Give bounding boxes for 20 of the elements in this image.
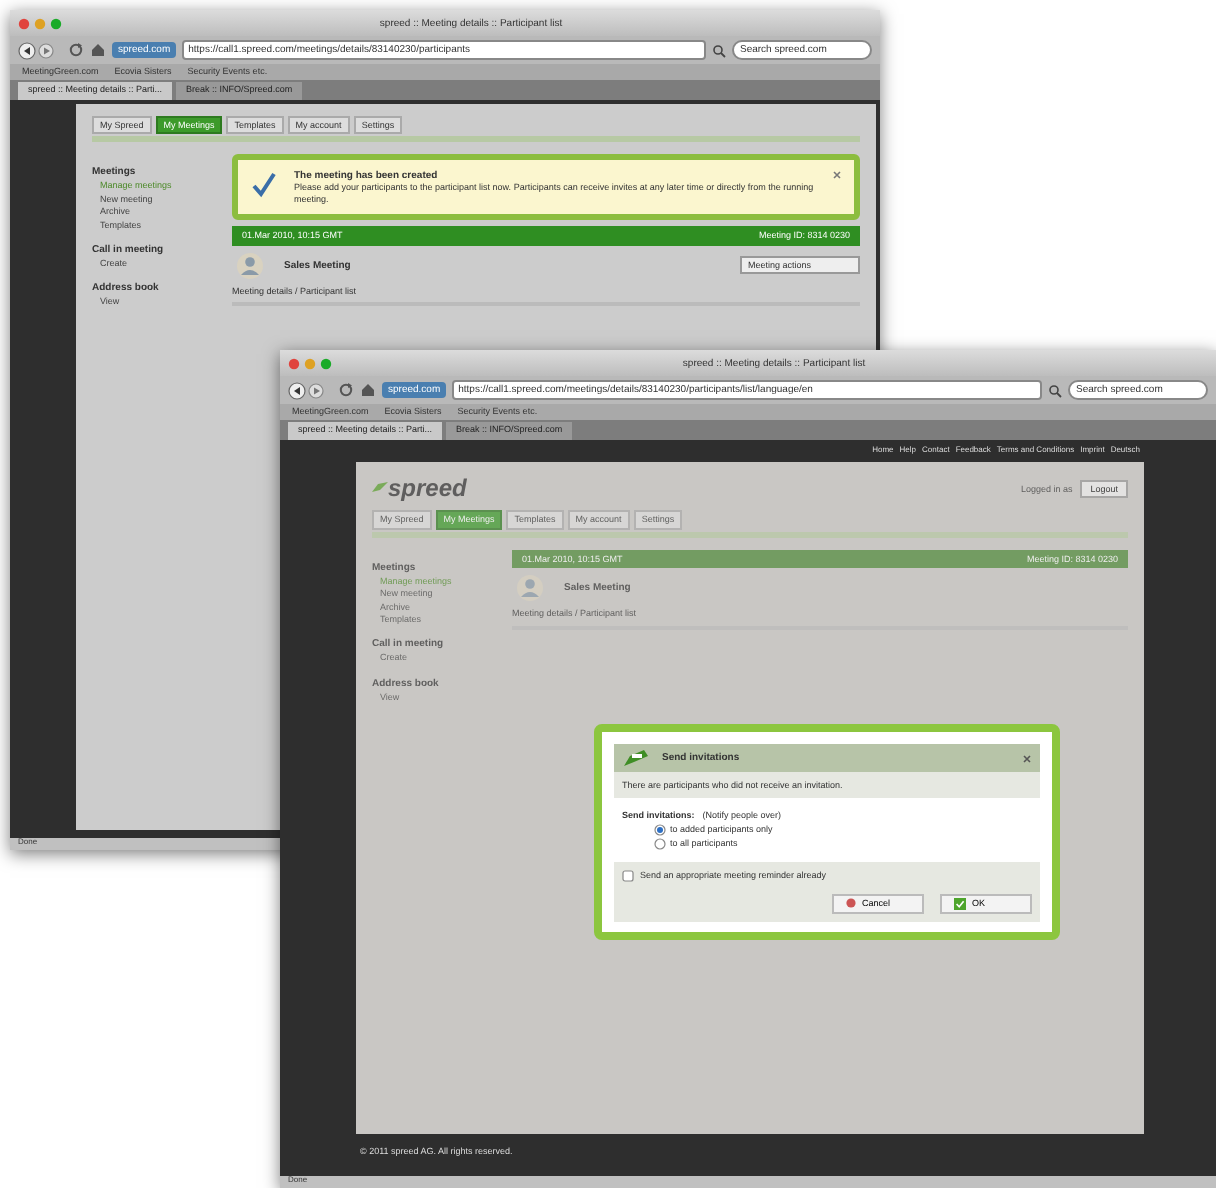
home-icon[interactable] xyxy=(90,42,106,58)
checkbox[interactable] xyxy=(622,869,634,882)
close-icon[interactable] xyxy=(832,170,842,181)
close-icon[interactable] xyxy=(1022,753,1032,763)
search-icon xyxy=(712,43,726,57)
avatar-icon xyxy=(512,574,548,603)
check-icon xyxy=(954,897,966,910)
window-controls-icon[interactable] xyxy=(18,17,62,29)
reload-icon[interactable] xyxy=(338,382,354,398)
avatar-icon xyxy=(232,251,268,280)
search-icon xyxy=(1048,383,1062,397)
home-icon[interactable] xyxy=(360,382,376,398)
cancel-icon xyxy=(846,898,856,909)
radio-button[interactable] xyxy=(654,837,666,850)
reload-icon[interactable] xyxy=(68,42,84,58)
logo-text[interactable]: spreed xyxy=(388,474,467,503)
window-controls-icon[interactable] xyxy=(288,357,332,369)
radio-button[interactable] xyxy=(654,823,666,836)
checkmark-icon xyxy=(250,170,278,199)
logo-mark-icon xyxy=(372,482,388,495)
